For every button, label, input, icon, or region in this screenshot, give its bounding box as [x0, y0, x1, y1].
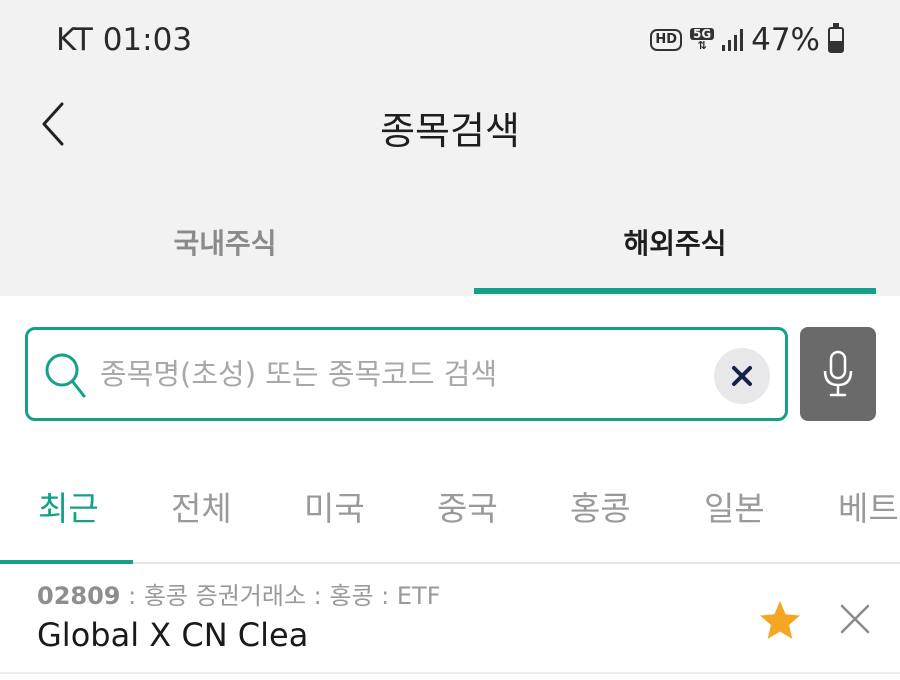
- status-icons: HD 5G ⇅ 47%: [650, 22, 844, 58]
- region-tab-hongkong[interactable]: 홍콩: [570, 482, 631, 530]
- clear-search-button[interactable]: [714, 348, 770, 404]
- stock-meta: 02809 : 홍콩 증권거래소 : 홍콩 : ETF: [37, 576, 441, 611]
- hd-voice-icon: HD: [650, 29, 683, 51]
- region-tabs: 최근 전체 미국 중국 홍콩 일본 베트남: [0, 456, 900, 564]
- list-item[interactable]: 02809 : 홍콩 증권거래소 : 홍콩 : ETF Global X CN …: [0, 564, 900, 674]
- search-input[interactable]: [100, 348, 700, 400]
- search-icon: [45, 353, 86, 398]
- stock-name: Global X CN Clea: [37, 616, 309, 654]
- favorite-button[interactable]: [758, 598, 802, 642]
- carrier-time: KT 01:03: [56, 22, 193, 58]
- tab-overseas-stocks[interactable]: 해외주식: [450, 192, 900, 292]
- microphone-icon: [823, 350, 853, 397]
- region-tab-all[interactable]: 전체: [171, 482, 232, 530]
- region-tab-china[interactable]: 중국: [437, 482, 498, 530]
- stock-exchange-info: : 홍콩 증권거래소 : 홍콩 : ETF: [120, 582, 441, 610]
- signal-strength-icon: [722, 29, 744, 51]
- region-tab-recent[interactable]: 최근: [38, 482, 99, 530]
- market-tabs: 국내주식 해외주식: [0, 192, 900, 296]
- tab-domestic-stocks[interactable]: 국내주식: [0, 192, 450, 292]
- status-bar: KT 01:03 HD 5G ⇅ 47%: [0, 0, 900, 80]
- stock-code: 02809: [37, 582, 121, 610]
- region-tab-us[interactable]: 미국: [304, 482, 365, 530]
- search-content: 최근 전체 미국 중국 홍콩 일본 베트남 02809 : 홍콩 증권거래소 :…: [0, 296, 900, 680]
- battery-icon: [828, 23, 844, 53]
- 5g-network-icon: 5G ⇅: [690, 28, 715, 52]
- region-tab-japan[interactable]: 일본: [704, 482, 765, 530]
- voice-search-button[interactable]: [800, 327, 876, 421]
- page-title: 종목검색: [380, 109, 520, 153]
- search-box: [25, 327, 788, 421]
- battery-percent: 47%: [751, 22, 820, 58]
- remove-recent-button[interactable]: [836, 600, 874, 638]
- clear-icon: [732, 366, 752, 386]
- data-arrows-icon: ⇅: [697, 39, 707, 52]
- region-tab-vietnam[interactable]: 베트남: [838, 482, 900, 530]
- active-tab-indicator: [474, 288, 876, 294]
- app-header: 종목검색: [0, 80, 900, 170]
- star-icon: [760, 601, 800, 639]
- close-icon: [840, 604, 870, 634]
